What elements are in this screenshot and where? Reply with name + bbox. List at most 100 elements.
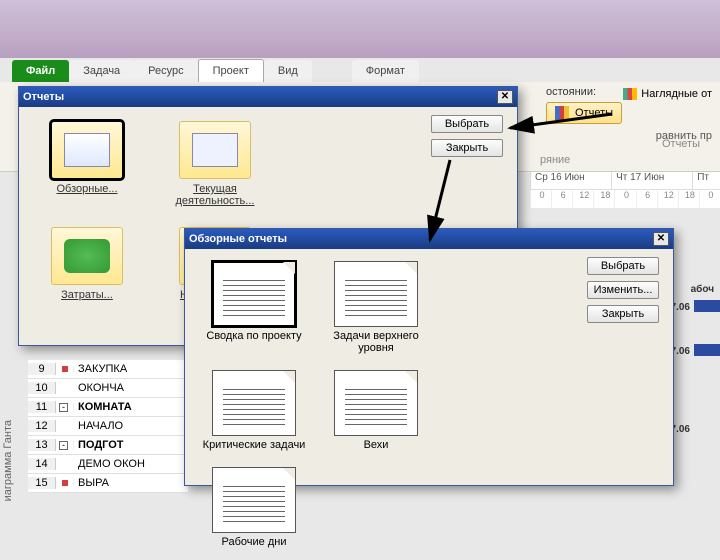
- task-name: ЗАКУПКА: [74, 363, 127, 375]
- dialog-button-column: Выбрать Закрыть: [431, 115, 503, 163]
- close-icon[interactable]: ✕: [497, 90, 513, 104]
- calendar-icon: [51, 121, 123, 179]
- task-name: ОКОНЧА: [74, 382, 124, 394]
- table-row[interactable]: 14 ДЕМО ОКОН: [28, 455, 188, 474]
- timeline-hour: 18: [593, 190, 614, 208]
- tab-project[interactable]: Проект: [198, 59, 264, 82]
- report-label: Задачи верхнего уровня: [323, 330, 429, 354]
- timeline-hour: 18: [678, 190, 699, 208]
- person-icon: [62, 480, 68, 486]
- row-number: 10: [28, 382, 56, 394]
- row-number: 13: [28, 439, 56, 451]
- gantt-date-label: абоч: [691, 284, 714, 295]
- indicator-cell: [56, 480, 74, 486]
- coins-icon: [51, 227, 123, 285]
- window-top-gradient: [0, 0, 720, 58]
- category-label: Затраты...: [61, 289, 113, 301]
- report-icon: [555, 106, 569, 120]
- select-button[interactable]: Выбрать: [431, 115, 503, 133]
- person-icon: [62, 366, 68, 372]
- task-name: ПОДГОТ: [74, 439, 124, 451]
- category-costs[interactable]: Затраты...: [33, 227, 141, 301]
- dialog-titlebar[interactable]: Обзорные отчеты ✕: [185, 229, 673, 249]
- category-overview[interactable]: Обзорные...: [33, 121, 141, 207]
- indicator-cell: -: [56, 403, 74, 412]
- report-milestones[interactable]: Вехи: [323, 370, 429, 451]
- ribbon-group-timeline: ряние: [540, 154, 570, 166]
- task-name: КОМНАТА: [74, 401, 132, 413]
- timeline-hour: 0: [614, 190, 635, 208]
- edit-button[interactable]: Изменить...: [587, 281, 659, 299]
- state-label: остоянии:: [546, 86, 596, 98]
- dialog-titlebar[interactable]: Отчеты ✕: [19, 87, 517, 107]
- table-row[interactable]: 15 ВЫРА: [28, 474, 188, 493]
- row-number: 9: [28, 363, 56, 375]
- timeline-header: Ср 16 Июн Чт 17 Июн Пт 0 6 12 18 0 6 12 …: [530, 172, 720, 208]
- task-name: ДЕМО ОКОН: [74, 458, 145, 470]
- reports-button-label: Отчеты: [575, 107, 613, 119]
- row-number: 15: [28, 477, 56, 489]
- category-label: Обзорные...: [56, 183, 117, 195]
- close-button[interactable]: Закрыть: [587, 305, 659, 323]
- tab-file[interactable]: Файл: [12, 60, 69, 82]
- select-button[interactable]: Выбрать: [587, 257, 659, 275]
- category-label: Текущая деятельность...: [161, 183, 269, 207]
- category-current[interactable]: Текущая деятельность...: [161, 121, 269, 207]
- timeline-hour: 6: [551, 190, 572, 208]
- table-row[interactable]: 9 ЗАКУПКА: [28, 360, 188, 379]
- overview-reports-dialog: Обзорные отчеты ✕ Сводка по проекту Зада…: [184, 228, 674, 486]
- table-row[interactable]: 13-ПОДГОТ: [28, 436, 188, 455]
- report-label: Критические задачи: [203, 439, 306, 451]
- tab-task[interactable]: Задача: [69, 60, 134, 82]
- table-row[interactable]: 11-КОМНАТА: [28, 398, 188, 417]
- document-thumb-icon: [212, 467, 296, 533]
- report-label: Сводка по проекту: [206, 330, 301, 342]
- report-label: Вехи: [364, 439, 389, 451]
- dialog-title: Отчеты: [23, 91, 64, 103]
- gantt-bar: [694, 344, 720, 356]
- table-row[interactable]: 12НАЧАЛО: [28, 417, 188, 436]
- timeline-day: Ср 16 Июн: [530, 172, 611, 189]
- row-number: 12: [28, 420, 56, 432]
- timeline-day: Чт 17 Июн: [611, 172, 692, 189]
- indicator-cell: -: [56, 441, 74, 450]
- timeline-hour: 12: [572, 190, 593, 208]
- report-top-level-tasks[interactable]: Задачи верхнего уровня: [323, 261, 429, 354]
- ribbon-group-reports: Отчеты: [662, 138, 700, 150]
- collapse-icon[interactable]: -: [59, 403, 68, 412]
- timeline-hour: 0: [530, 190, 551, 208]
- search-calendar-icon: [179, 121, 251, 179]
- tab-resource[interactable]: Ресурс: [134, 60, 197, 82]
- timeline-hour: 6: [636, 190, 657, 208]
- row-number: 11: [28, 401, 56, 413]
- report-label: Рабочие дни: [222, 536, 287, 548]
- reports-button[interactable]: Отчеты: [546, 102, 622, 124]
- ribbon-tabs: Файл Задача Ресурс Проект Вид Формат: [12, 58, 419, 82]
- tab-view[interactable]: Вид: [264, 60, 312, 82]
- overview-grid: Сводка по проекту Задачи верхнего уровня…: [185, 249, 565, 560]
- timeline-day: Пт: [692, 172, 720, 189]
- task-name: ВЫРА: [74, 477, 109, 489]
- report-project-summary[interactable]: Сводка по проекту: [201, 261, 307, 354]
- row-number: 14: [28, 458, 56, 470]
- report-working-days[interactable]: Рабочие дни: [201, 467, 307, 548]
- collapse-icon[interactable]: -: [59, 441, 68, 450]
- indicator-cell: [56, 366, 74, 372]
- close-button[interactable]: Закрыть: [431, 139, 503, 157]
- table-row[interactable]: 10 ОКОНЧА: [28, 379, 188, 398]
- timeline-hour: 0: [699, 190, 720, 208]
- timeline-hour: 12: [657, 190, 678, 208]
- document-thumb-icon: [212, 261, 296, 327]
- dialog-title: Обзорные отчеты: [189, 233, 287, 245]
- close-icon[interactable]: ✕: [653, 232, 669, 246]
- gantt-view-label: иаграмма Ганта: [2, 420, 14, 501]
- ribbon-right-group: остоянии: Отчеты: [546, 86, 716, 124]
- task-grid: 9ЗАКУПКА 10ОКОНЧА 11-КОМНАТА 12НАЧАЛО 13…: [28, 360, 188, 493]
- dialog-button-column: Выбрать Изменить... Закрыть: [587, 257, 659, 329]
- document-thumb-icon: [212, 370, 296, 436]
- document-thumb-icon: [334, 370, 418, 436]
- report-critical-tasks[interactable]: Критические задачи: [201, 370, 307, 451]
- tab-format[interactable]: Формат: [352, 60, 419, 82]
- document-thumb-icon: [334, 261, 418, 327]
- gantt-bar: [694, 300, 720, 312]
